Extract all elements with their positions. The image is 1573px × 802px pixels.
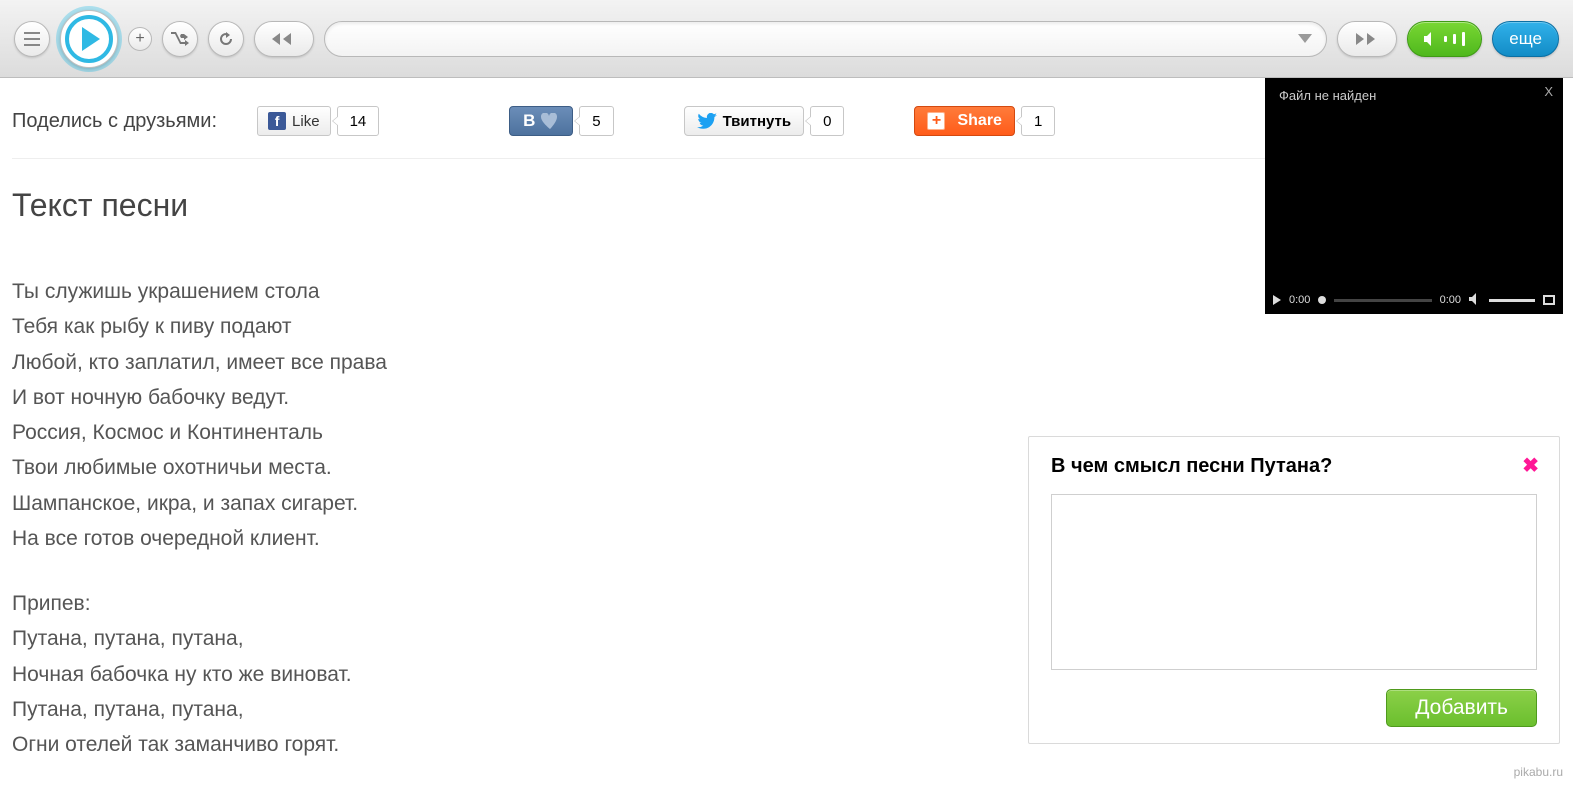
facebook-group: f Like 14 [257, 106, 379, 136]
repeat-icon [218, 31, 234, 47]
lyrics-line: Тебя как рыбу к пиву подают [12, 309, 632, 344]
vk-like-button[interactable]: В [509, 106, 573, 136]
facebook-icon: f [268, 112, 286, 130]
video-time-total: 0:00 [1440, 294, 1461, 306]
lyrics-line [12, 556, 632, 586]
more-label: еще [1509, 29, 1542, 49]
shuffle-button[interactable] [162, 21, 198, 57]
addthis-button[interactable]: + Share [914, 106, 1014, 136]
lyrics-line: Любой, кто заплатил, имеет все права [12, 345, 632, 380]
content-area: Поделись с друзьями: f Like 14 В 5 Твитн… [0, 78, 1573, 802]
vk-group: В 5 [509, 106, 613, 136]
play-icon [82, 27, 100, 51]
forward-icon [1354, 32, 1380, 46]
shuffle-icon [171, 32, 189, 46]
player-toolbar: + еще [0, 0, 1573, 78]
tweet-count: 0 [810, 106, 844, 136]
track-dropdown[interactable] [324, 21, 1327, 57]
video-progress-thumb[interactable] [1318, 296, 1326, 304]
video-progress-bar[interactable] [1334, 299, 1431, 302]
meaning-submit-button[interactable]: Добавить [1386, 689, 1537, 727]
more-button[interactable]: еще [1492, 21, 1559, 57]
rewind-icon [271, 32, 297, 46]
meaning-textarea[interactable] [1051, 494, 1537, 670]
add-button[interactable]: + [128, 27, 152, 51]
lyrics-line: Россия, Космос и Континенталь [12, 415, 632, 450]
video-error-text: Файл не найден [1279, 88, 1376, 103]
repeat-button[interactable] [208, 21, 244, 57]
video-play-button[interactable] [1273, 295, 1281, 305]
video-close-button[interactable]: X [1544, 84, 1553, 99]
video-time-current: 0:00 [1289, 294, 1310, 306]
addthis-group: + Share 1 [914, 106, 1055, 136]
watermark: pikabu.ru [1514, 765, 1563, 779]
meaning-panel: В чем смысл песни Путана? ✖ Добавить [1028, 436, 1560, 744]
share-label: Поделись с друзьями: [12, 110, 217, 133]
rewind-button[interactable] [254, 21, 314, 57]
lyrics-line: И вот ночную бабочку ведут. [12, 380, 632, 415]
twitter-icon [697, 113, 717, 129]
lyrics-line: Припев: [12, 586, 632, 621]
tweet-label: Твитнуть [723, 113, 792, 130]
lyrics-line: Ночная бабочка ну кто же виноват. [12, 657, 632, 692]
lyrics-line: Шампанское, икра, и запах сигарет. [12, 486, 632, 521]
video-fullscreen-button[interactable] [1543, 295, 1555, 305]
vk-icon: В [523, 111, 535, 131]
meaning-close-button[interactable]: ✖ [1522, 453, 1539, 478]
video-mute-button[interactable] [1469, 293, 1481, 308]
lyrics-line: Ты служишь украшением стола [12, 274, 632, 309]
plus-icon: + [927, 112, 945, 130]
facebook-like-label: Like [292, 113, 320, 130]
facebook-count: 14 [337, 106, 380, 136]
lyrics-line: Путана, путана, путана, [12, 621, 632, 656]
facebook-like-button[interactable]: f Like [257, 106, 331, 136]
play-button[interactable] [60, 10, 118, 68]
tweet-button[interactable]: Твитнуть [684, 106, 805, 136]
heart-icon [541, 113, 559, 129]
vk-count: 5 [579, 106, 613, 136]
speaker-icon [1424, 32, 1438, 46]
lyrics-line: На все готов очередной клиент. [12, 521, 632, 556]
meaning-question: В чем смысл песни Путана? [1051, 455, 1537, 478]
menu-button[interactable] [14, 21, 50, 57]
volume-button[interactable] [1407, 21, 1482, 57]
lyrics-line: Огни отелей так заманчиво горят. [12, 727, 632, 762]
lyrics-line: Путана, путана, путана, [12, 692, 632, 727]
lyrics-line: Твои любимые охотничьи места. [12, 450, 632, 485]
video-volume-bar[interactable] [1489, 299, 1535, 302]
hamburger-icon [24, 32, 40, 46]
addthis-count: 1 [1021, 106, 1055, 136]
chevron-down-icon [1298, 34, 1312, 43]
lyrics-body: Ты служишь украшением столаТебя как рыбу… [12, 274, 632, 762]
addthis-label: Share [957, 112, 1001, 130]
forward-button[interactable] [1337, 21, 1397, 57]
video-controls: 0:00 0:00 [1265, 286, 1563, 314]
twitter-group: Твитнуть 0 [684, 106, 845, 136]
video-player: Файл не найден X 0:00 0:00 [1265, 78, 1563, 314]
